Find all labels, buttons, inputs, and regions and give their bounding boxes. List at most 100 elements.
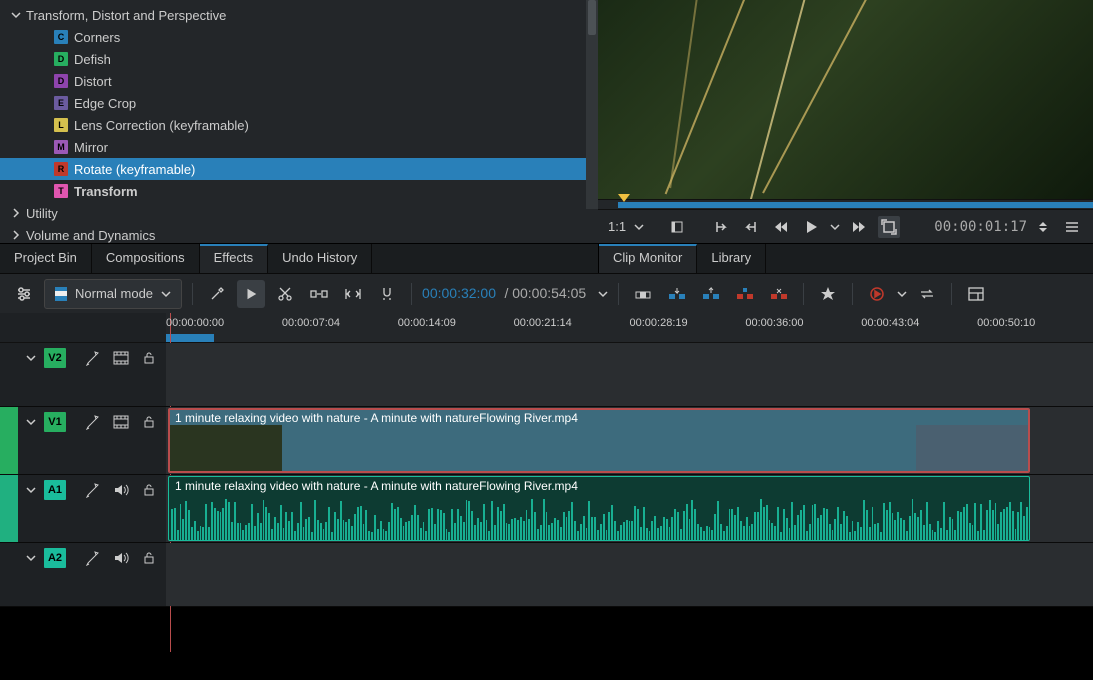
tab-project-bin[interactable]: Project Bin: [0, 244, 92, 273]
mute-video-button[interactable]: [110, 347, 132, 369]
lift-clip-button[interactable]: [731, 280, 759, 308]
loop-button[interactable]: [913, 280, 941, 308]
favorite-button[interactable]: [814, 280, 842, 308]
rewind-button[interactable]: [770, 216, 792, 238]
forward-button[interactable]: [848, 216, 870, 238]
tab-compositions[interactable]: Compositions: [92, 244, 200, 273]
in-point-button[interactable]: [666, 216, 688, 238]
lock-track-button[interactable]: [138, 547, 160, 569]
mute-audio-button[interactable]: [110, 479, 132, 501]
category-label: Volume and Dynamics: [26, 228, 155, 243]
overwrite-clip-button[interactable]: [663, 280, 691, 308]
zone-start-button[interactable]: [710, 216, 732, 238]
razor-tool-button[interactable]: [203, 280, 231, 308]
track-label[interactable]: A1: [44, 480, 66, 500]
track-body-a2[interactable]: [166, 543, 1093, 606]
effects-icon[interactable]: [82, 347, 104, 369]
effects-category-transform[interactable]: Transform, Distort and Perspective: [0, 4, 598, 26]
menu-button[interactable]: [1061, 216, 1083, 238]
timecode-spinner[interactable]: [1039, 222, 1053, 232]
monitor-video[interactable]: [598, 0, 1093, 199]
effect-item[interactable]: DDistort: [0, 70, 598, 92]
spacer-tool-button[interactable]: [305, 280, 333, 308]
effect-label: Lens Correction (keyframable): [74, 118, 249, 133]
collapse-track-button[interactable]: [24, 483, 38, 497]
ruler-tick: 00:00:28:19: [630, 317, 688, 329]
clip-thumbnail-in: [170, 425, 282, 471]
play-button[interactable]: [800, 216, 822, 238]
lock-track-button[interactable]: [138, 411, 160, 433]
effect-item[interactable]: RRotate (keyframable): [0, 158, 598, 180]
effect-item[interactable]: CCorners: [0, 26, 598, 48]
effect-label: Edge Crop: [74, 96, 136, 111]
clip-monitor-panel: 1:1 00:00:01:17: [598, 0, 1093, 243]
delete-clip-button[interactable]: [765, 280, 793, 308]
tab-clip-monitor[interactable]: Clip Monitor: [599, 244, 697, 273]
collapse-track-button[interactable]: [24, 351, 38, 365]
track-label[interactable]: V1: [44, 412, 66, 432]
select-tool-button[interactable]: [237, 280, 265, 308]
snap-button[interactable]: [373, 280, 401, 308]
effect-label: Distort: [74, 74, 112, 89]
effects-icon[interactable]: [82, 411, 104, 433]
track-body-v2[interactable]: [166, 343, 1093, 406]
effects-icon[interactable]: [82, 547, 104, 569]
fit-zoom-button[interactable]: [339, 280, 367, 308]
effect-item[interactable]: EEdge Crop: [0, 92, 598, 114]
preview-render-button[interactable]: [863, 280, 891, 308]
track-body-a1[interactable]: 1 minute relaxing video with nature - A …: [166, 475, 1093, 542]
playhead-icon[interactable]: [618, 194, 630, 202]
left-panel-tabs: Project BinCompositionsEffectsUndo Histo…: [0, 243, 598, 273]
track-body-v1[interactable]: 1 minute relaxing video with nature - A …: [166, 407, 1093, 474]
track-label[interactable]: V2: [44, 348, 66, 368]
lock-track-button[interactable]: [138, 479, 160, 501]
effect-item[interactable]: MMirror: [0, 136, 598, 158]
settings-button[interactable]: [10, 280, 38, 308]
zone-end-button[interactable]: [740, 216, 762, 238]
effect-item[interactable]: DDefish: [0, 48, 598, 70]
scrollbar-thumb[interactable]: [588, 0, 596, 35]
extract-clip-button[interactable]: [697, 280, 725, 308]
ruler-tick: 00:00:36:00: [745, 317, 803, 329]
monitor-scrub-bar[interactable]: [598, 199, 1093, 209]
layout-button[interactable]: [962, 280, 990, 308]
insert-clip-button[interactable]: [629, 280, 657, 308]
mute-video-button[interactable]: [110, 411, 132, 433]
effects-panel: Transform, Distort and Perspective CCorn…: [0, 0, 598, 243]
track-v1: V1 1 minute relaxing video with nature -…: [0, 407, 1093, 475]
effects-category[interactable]: Volume and Dynamics: [0, 224, 598, 246]
tab-undo-history[interactable]: Undo History: [268, 244, 372, 273]
collapse-track-button[interactable]: [24, 551, 38, 565]
fullscreen-button[interactable]: [878, 216, 900, 238]
effects-scrollbar[interactable]: [586, 0, 598, 209]
track-a1: A1 1 minute relaxing video with nature -…: [0, 475, 1093, 543]
audio-clip[interactable]: 1 minute relaxing video with nature - A …: [168, 476, 1030, 541]
effects-category[interactable]: Utility: [0, 202, 598, 224]
effect-badge-icon: C: [54, 30, 68, 44]
tab-effects[interactable]: Effects: [200, 244, 269, 273]
video-clip[interactable]: 1 minute relaxing video with nature - A …: [168, 408, 1030, 473]
cut-button[interactable]: [271, 280, 299, 308]
tab-library[interactable]: Library: [697, 244, 766, 273]
zoom-level[interactable]: 1:1: [608, 219, 626, 234]
chevron-down-icon[interactable]: [830, 222, 840, 232]
effects-icon[interactable]: [82, 479, 104, 501]
clip-title: 1 minute relaxing video with nature - A …: [169, 409, 1029, 427]
timeline-timecode[interactable]: 00:00:32:00 / 00:00:54:05: [422, 285, 586, 302]
effect-item[interactable]: LLens Correction (keyframable): [0, 114, 598, 136]
chevron-down-icon[interactable]: [897, 289, 907, 299]
edit-mode-select[interactable]: Normal mode: [44, 279, 182, 309]
category-label: Utility: [26, 206, 58, 221]
zoom-bar[interactable]: [166, 334, 214, 342]
mute-audio-button[interactable]: [110, 547, 132, 569]
chevron-down-icon[interactable]: [598, 289, 608, 299]
monitor-timecode[interactable]: 00:00:01:17: [934, 219, 1027, 235]
chevron-down-icon[interactable]: [634, 222, 644, 232]
collapse-track-button[interactable]: [24, 415, 38, 429]
effect-badge-icon: R: [54, 162, 68, 176]
timeline-ruler[interactable]: 00:00:00:0000:00:07:0400:00:14:0900:00:2…: [166, 313, 1093, 342]
ruler-tick: 00:00:50:10: [977, 317, 1035, 329]
track-label[interactable]: A2: [44, 548, 66, 568]
effect-item[interactable]: TTransform: [0, 180, 598, 202]
lock-track-button[interactable]: [138, 347, 160, 369]
